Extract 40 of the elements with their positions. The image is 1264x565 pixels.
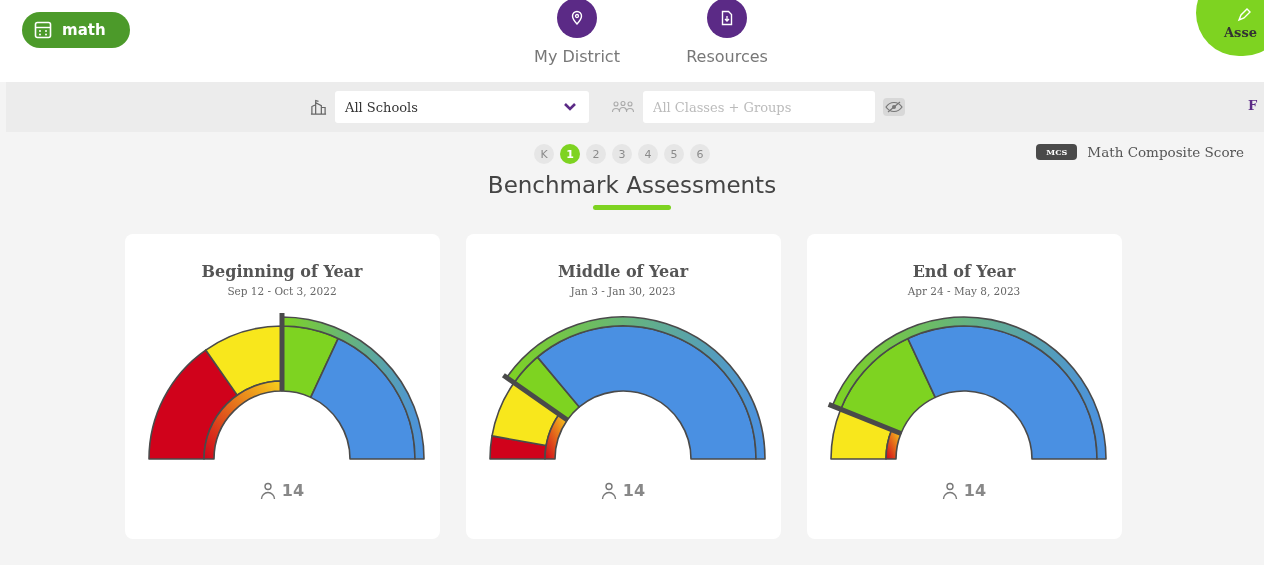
date-range: Apr 24 - May 8, 2023 [907,285,1021,297]
assessment-card[interactable]: End of Year Apr 24 - May 8, 2023 14 [806,234,1122,539]
grade-tab[interactable]: 3 [612,144,632,164]
school-select[interactable]: All Schools [335,91,589,123]
grade-tab[interactable]: 6 [690,144,710,164]
date-range: Jan 3 - Jan 30, 2023 [570,285,676,297]
student-count: 14 [963,481,987,500]
school-building-icon [310,98,327,116]
location-pin-icon[interactable] [557,0,597,38]
grade-tab[interactable]: 2 [586,144,606,164]
assessment-card[interactable]: Beginning of Year Sep 12 - Oct 3, 2022 14 [124,234,440,539]
card-title: Middle of Year [557,262,689,281]
person-icon [941,481,958,500]
eye-slash-icon[interactable] [883,98,905,116]
card-title: Beginning of Year [201,262,363,281]
edge-text: F [1248,98,1258,113]
date-range: Sep 12 - Oct 3, 2022 [227,285,337,297]
class-field[interactable]: All Classes + Groups [643,91,875,123]
grade-tab[interactable]: 4 [638,144,658,164]
grade-tab[interactable]: 5 [664,144,684,164]
student-count: 14 [622,481,646,500]
person-icon [259,481,276,500]
chevron-down-icon [563,102,577,112]
assessment-card[interactable]: Middle of Year Jan 3 - Jan 30, 2023 14 [465,234,781,539]
student-count: 14 [281,481,305,500]
assessments-button[interactable]: Asse [1196,0,1264,56]
card-title: End of Year [912,262,1016,281]
legend-label: Math Composite Score [1087,144,1244,160]
grade-tab[interactable]: 1 [560,144,580,164]
calculator-icon [34,21,52,39]
pencil-icon [1236,7,1252,23]
grade-tab[interactable]: K [534,144,554,164]
score-badge: MCS [1036,144,1078,160]
subject-button[interactable]: math [22,12,130,48]
nav-link[interactable]: Resources [686,47,768,66]
group-icon [611,100,635,114]
document-download-icon[interactable] [707,0,747,38]
person-icon [600,481,617,500]
nav-link[interactable]: My District [534,47,620,66]
page-title: Benchmark Assessments [487,172,777,198]
